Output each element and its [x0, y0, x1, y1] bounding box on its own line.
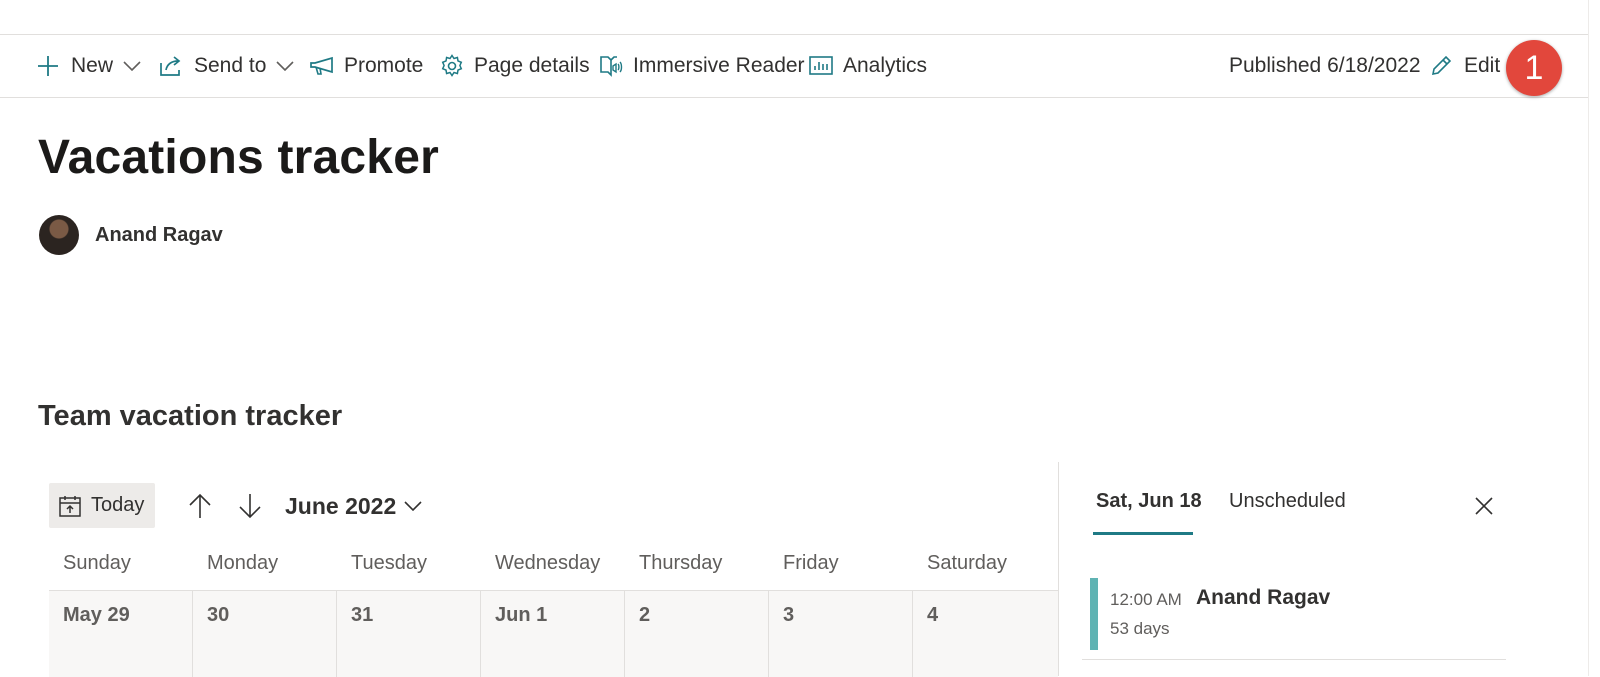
- calendar-day-cell[interactable]: Jun 1: [481, 591, 625, 677]
- analytics-icon: [809, 55, 833, 77]
- calendar-day-cell[interactable]: 3: [769, 591, 913, 677]
- weekday-header: Thursday: [639, 552, 723, 574]
- analytics-button[interactable]: Analytics: [809, 35, 927, 97]
- calendar-day-cell[interactable]: May 29: [49, 591, 193, 677]
- previous-month-button[interactable]: [184, 490, 216, 522]
- arrow-down-icon: [239, 494, 261, 519]
- avatar[interactable]: [39, 215, 79, 255]
- analytics-label: Analytics: [843, 54, 928, 77]
- section-heading: Team vacation tracker: [38, 400, 343, 432]
- weekday-header: Monday: [207, 552, 279, 574]
- event-divider: [1082, 659, 1506, 660]
- day-number: Jun 1: [495, 604, 548, 626]
- author-name[interactable]: Anand Ragav: [95, 224, 223, 247]
- weekday-header: Wednesday: [495, 552, 601, 574]
- tab-selected-day[interactable]: Sat, Jun 18: [1096, 490, 1202, 513]
- chevron-down-icon[interactable]: [123, 61, 141, 71]
- plus-icon: [37, 55, 59, 77]
- page-details-label: Page details: [474, 54, 590, 77]
- page-title: Vacations tracker: [38, 131, 439, 184]
- published-status: Published 6/18/2022: [1229, 35, 1421, 97]
- day-number: May 29: [63, 604, 130, 626]
- tab-unscheduled[interactable]: Unscheduled: [1229, 490, 1346, 513]
- active-tab-indicator: [1093, 532, 1193, 535]
- day-number: 4: [927, 604, 939, 626]
- published-text: Published 6/18/2022: [1229, 54, 1421, 77]
- event-duration: 53 days: [1110, 619, 1170, 638]
- promote-button[interactable]: Promote: [310, 35, 423, 97]
- chevron-down-icon[interactable]: [276, 61, 294, 71]
- annotation-badge: 1: [1506, 40, 1562, 96]
- day-number: 30: [207, 604, 230, 626]
- edit-button[interactable]: Edit: [1430, 35, 1500, 97]
- day-number: 31: [351, 604, 374, 626]
- pencil-icon: [1430, 55, 1452, 77]
- month-label: June 2022: [285, 492, 397, 519]
- month-picker[interactable]: June 2022: [285, 489, 422, 523]
- page-details-button[interactable]: Page details: [440, 35, 590, 97]
- share-icon: [159, 55, 183, 77]
- send-to-button[interactable]: Send to: [159, 35, 294, 97]
- calendar-day-cell[interactable]: 2: [625, 591, 769, 677]
- weekday-header: Sunday: [63, 552, 131, 574]
- event-time: 12:00 AM: [1110, 590, 1182, 609]
- panel-divider: [1058, 462, 1059, 676]
- day-number: 2: [639, 604, 651, 626]
- next-month-button[interactable]: [234, 490, 266, 522]
- right-edge-line: [1588, 0, 1589, 676]
- promote-label: Promote: [344, 54, 424, 77]
- day-number: 3: [783, 604, 795, 626]
- calendar-day-cell[interactable]: 30: [193, 591, 337, 677]
- gear-icon: [440, 54, 464, 78]
- today-label: Today: [91, 494, 145, 516]
- immersive-reader-button[interactable]: Immersive Reader: [599, 35, 805, 97]
- weekday-header: Friday: [783, 552, 839, 574]
- calendar-week-row: May 29 30 31 Jun 1 2 3 4: [49, 590, 1058, 677]
- right-gutter: [1588, 0, 1600, 676]
- new-button[interactable]: New: [37, 35, 141, 97]
- arrow-up-icon: [189, 493, 211, 518]
- megaphone-icon: [310, 56, 334, 76]
- today-button[interactable]: Today: [49, 483, 155, 528]
- weekday-header: Tuesday: [351, 552, 427, 574]
- send-to-label: Send to: [194, 54, 267, 77]
- new-label: New: [71, 54, 114, 77]
- event-item[interactable]: 12:00 AM Anand Ragav 53 days: [1090, 578, 1506, 660]
- close-icon: [1475, 497, 1493, 515]
- chevron-down-icon: [404, 501, 422, 511]
- command-bar: New Send to Promote Page details Immersi…: [0, 35, 1588, 98]
- close-panel-button[interactable]: [1470, 492, 1498, 520]
- immersive-reader-label: Immersive Reader: [633, 54, 805, 77]
- event-color-bar: [1090, 578, 1098, 650]
- calendar-day-cell[interactable]: 4: [913, 591, 1057, 677]
- immersive-reader-icon: [599, 54, 623, 78]
- weekday-header: Saturday: [927, 552, 1008, 574]
- calendar-day-cell[interactable]: 31: [337, 591, 481, 677]
- edit-label: Edit: [1464, 54, 1501, 77]
- event-person: Anand Ragav: [1196, 586, 1331, 609]
- calendar-today-icon: [59, 495, 81, 517]
